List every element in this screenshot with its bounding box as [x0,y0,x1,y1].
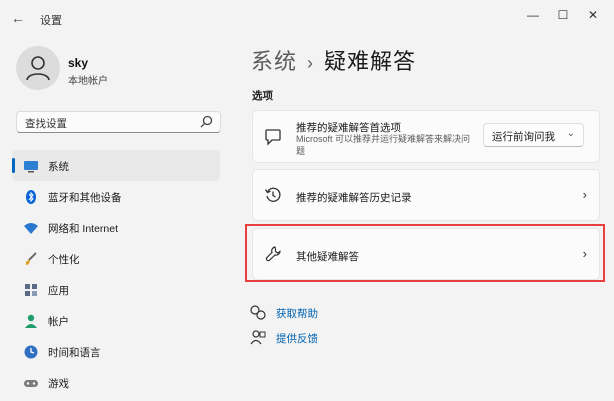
person-icon [26,56,50,81]
link-text: 获取帮助 [276,308,318,320]
page-title: 疑难解答 [324,49,417,74]
card-description: Microsoft 可以推荐并运行疑难解答来解决问题 [296,134,471,156]
dropdown-value: 运行前询问我 [492,131,555,143]
sidebar-item-bluetooth[interactable]: 蓝牙和其他设备 [12,181,220,212]
gamepad-icon [24,380,38,387]
person-icon [25,314,37,328]
section-label: 选项 [252,90,273,102]
brush-icon [25,252,37,265]
clock-globe-icon [24,345,38,359]
help-icon [250,305,266,320]
sidebar-item-accounts[interactable]: 帐户 [12,305,220,336]
maximize-icon[interactable]: ☐ [552,6,574,24]
window-title: 设置 [40,15,62,27]
sidebar-item-label: 系统 [48,161,69,173]
breadcrumb: 系统 › 疑难解答 [251,44,416,76]
title-bar: ← 设置 — ☐ ✕ [0,0,614,34]
search-icon[interactable] [200,115,213,128]
card-title: 推荐的疑难解答历史记录 [296,192,412,204]
troubleshoot-preference-dropdown[interactable]: 运行前询问我 ⌄ [483,123,584,147]
breadcrumb-separator: › [307,53,315,73]
link-text: 提供反馈 [276,333,318,345]
sidebar-item-time-language[interactable]: 时间和语言 [12,336,220,367]
troubleshooter-history-card[interactable]: 推荐的疑难解答历史记录 › [252,169,600,221]
apps-icon [25,284,37,296]
user-name: sky [68,56,89,70]
close-icon[interactable]: ✕ [582,6,604,24]
search-placeholder: 查找设置 [25,118,67,130]
sidebar-item-system[interactable]: 系统 [12,150,220,181]
sidebar-item-gaming[interactable]: 游戏 [12,367,220,398]
sidebar-item-network[interactable]: 网络和 Internet [12,212,220,243]
sidebar-item-label: 蓝牙和其他设备 [48,192,122,204]
sidebar-item-label: 个性化 [48,254,80,266]
search-input[interactable]: 查找设置 [16,111,221,133]
avatar[interactable] [16,46,60,90]
minimize-icon[interactable]: — [522,6,544,24]
wifi-icon [24,223,38,234]
chat-bubble-icon [265,129,281,146]
breadcrumb-parent[interactable]: 系统 [251,49,297,74]
sidebar-item-label: 游戏 [48,378,69,390]
sidebar-item-label: 时间和语言 [48,347,101,359]
back-arrow-icon[interactable]: ← [9,9,27,27]
bluetooth-icon [26,190,36,204]
sidebar-item-label: 网络和 Internet [48,223,119,235]
chevron-right-icon: › [582,187,587,202]
recommended-preferences-card: 推荐的疑难解答首选项 Microsoft 可以推荐并运行疑难解答来解决问题 运行… [252,110,600,163]
sidebar-item-label: 应用 [48,285,69,297]
account-type: 本地帐户 [68,76,108,87]
sidebar-item-apps[interactable]: 应用 [12,274,220,305]
sidebar-nav: 系统 蓝牙和其他设备 网络和 Internet 个性化 应用 帐户 时间和语言 … [12,150,222,398]
history-icon [264,187,281,202]
feedback-icon [250,330,266,345]
sidebar-item-label: 帐户 [48,316,69,328]
highlight-box [245,224,605,282]
sidebar-item-personalization[interactable]: 个性化 [12,243,220,274]
chevron-down-icon: ⌄ [566,128,575,139]
monitor-icon [24,161,38,173]
